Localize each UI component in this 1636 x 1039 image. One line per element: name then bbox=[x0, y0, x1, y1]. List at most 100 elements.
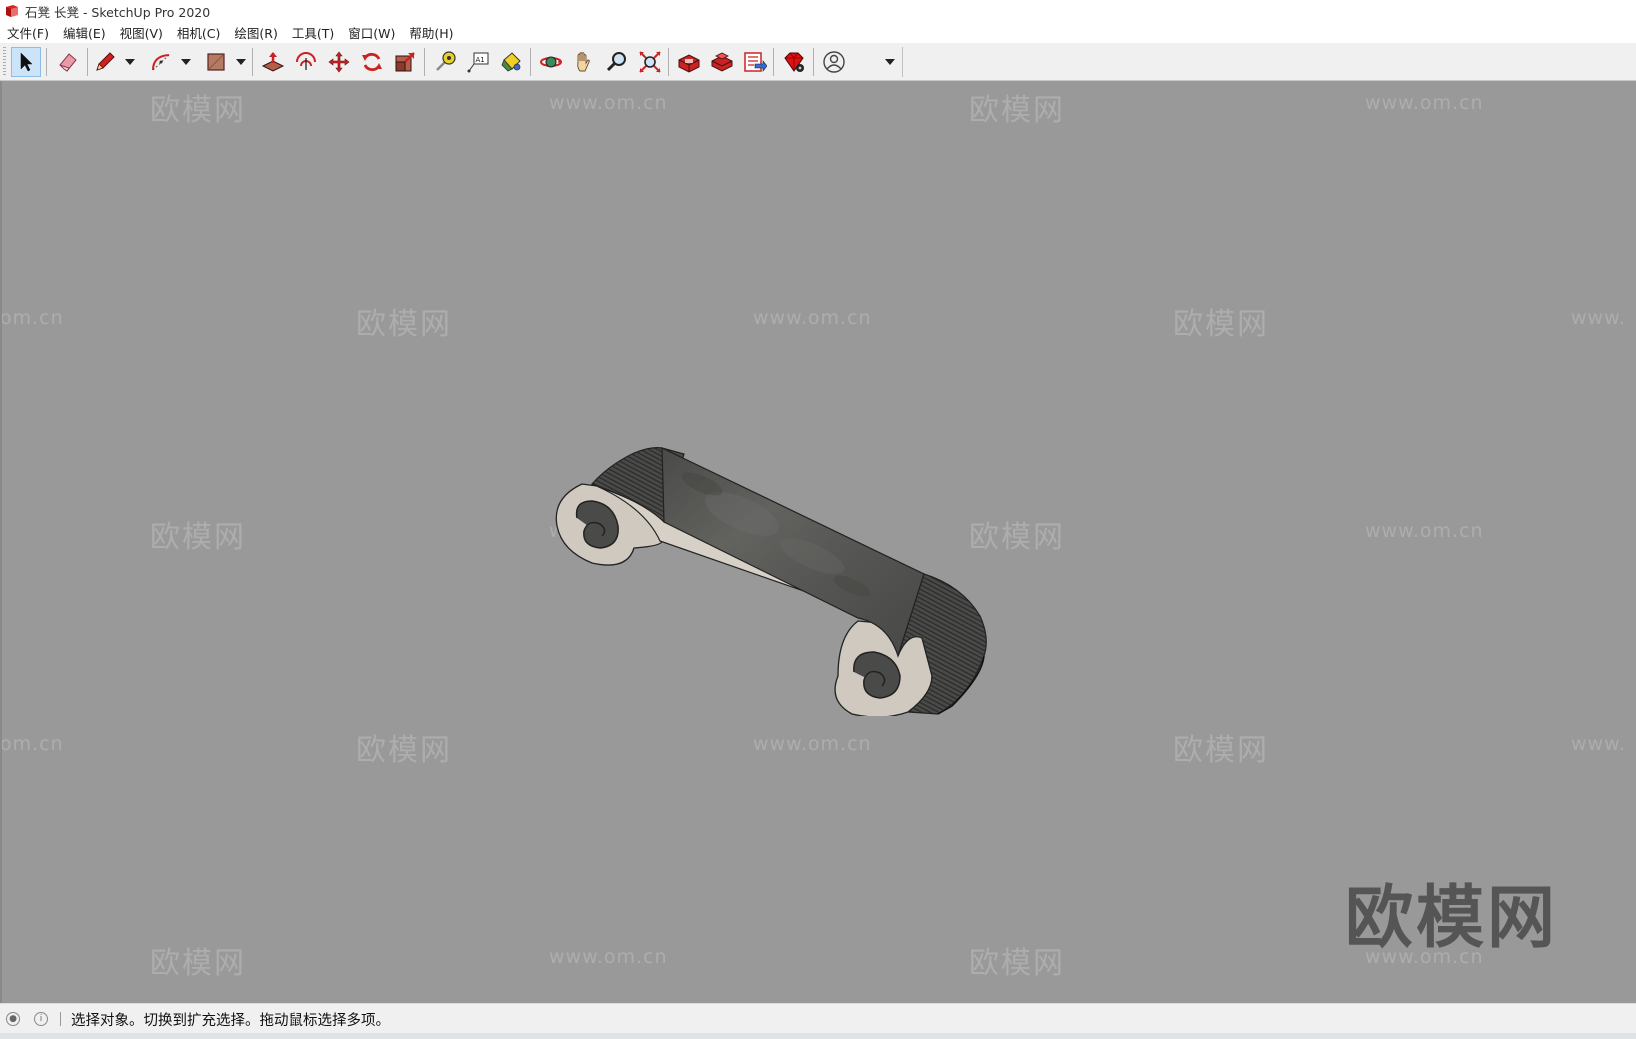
extension-warehouse-button[interactable] bbox=[707, 47, 737, 77]
text-tool-glyph: A1 bbox=[476, 56, 485, 64]
layout-icon bbox=[744, 52, 767, 72]
menu-edit[interactable]: 编辑(E) bbox=[56, 23, 113, 42]
account-dropdown[interactable] bbox=[884, 47, 896, 77]
status-message: 选择对象。切换到扩充选择。拖动鼠标选择多项。 bbox=[71, 1012, 390, 1029]
watermark-url: www. bbox=[1571, 733, 1626, 755]
orbit-tool[interactable] bbox=[536, 47, 566, 77]
bottom-strip bbox=[0, 1033, 1636, 1039]
paint-bucket-icon bbox=[501, 52, 521, 72]
rectangle-tool[interactable] bbox=[201, 47, 231, 77]
watermark-url: www.om.cn bbox=[549, 92, 668, 114]
watermark-url: www. bbox=[1571, 307, 1626, 329]
offset-tool[interactable] bbox=[291, 47, 321, 77]
extension-warehouse-icon bbox=[711, 52, 733, 72]
text-icon: A1 bbox=[467, 52, 489, 73]
toolbar-separator bbox=[773, 48, 774, 76]
geo-location-icon[interactable]: ● bbox=[6, 1012, 20, 1026]
account-button[interactable] bbox=[819, 47, 849, 77]
eraser-tool[interactable] bbox=[53, 47, 83, 77]
menu-help[interactable]: 帮助(H) bbox=[402, 23, 460, 42]
watermark-url: www.om.cn bbox=[1365, 92, 1484, 114]
push-pull-icon bbox=[261, 52, 285, 72]
chevron-down-icon bbox=[125, 59, 135, 65]
zoom-extents-tool[interactable] bbox=[635, 47, 665, 77]
ruby-gem-icon bbox=[784, 52, 804, 72]
move-tool[interactable] bbox=[324, 47, 354, 77]
zoom-tool[interactable] bbox=[602, 47, 632, 77]
warehouse-icon bbox=[678, 54, 700, 73]
rectangle-icon bbox=[207, 53, 225, 71]
extension-manager-button[interactable] bbox=[779, 47, 809, 77]
watermark-url: www.om.cn bbox=[753, 307, 872, 329]
arc-icon bbox=[152, 54, 170, 71]
pan-tool[interactable] bbox=[569, 47, 599, 77]
push-pull-tool[interactable] bbox=[258, 47, 288, 77]
chevron-down-icon bbox=[885, 59, 895, 65]
watermark-url: om.cn bbox=[0, 307, 64, 329]
window-title: 石凳 长凳 - SketchUp Pro 2020 bbox=[25, 4, 211, 20]
toolbar-grip[interactable] bbox=[3, 47, 6, 77]
arrow-cursor-icon bbox=[20, 52, 33, 72]
watermark-logo-text: 欧模网 bbox=[356, 307, 452, 342]
zoom-extents-icon bbox=[639, 51, 661, 73]
menu-draw[interactable]: 绘图(R) bbox=[227, 23, 284, 42]
text-tool[interactable]: A1 bbox=[463, 47, 493, 77]
paint-bucket-tool[interactable] bbox=[496, 47, 526, 77]
toolbar-separator bbox=[813, 48, 814, 76]
rectangle-tool-dropdown[interactable] bbox=[235, 47, 247, 77]
user-account-icon bbox=[823, 51, 845, 73]
toolbar-end bbox=[902, 47, 903, 77]
tape-measure-icon bbox=[436, 51, 456, 71]
scale-tool[interactable] bbox=[390, 47, 420, 77]
credits-info-icon[interactable]: i bbox=[34, 1012, 48, 1026]
watermark-url: om.cn bbox=[0, 733, 64, 755]
chevron-down-icon bbox=[236, 59, 246, 65]
menu-camera[interactable]: 相机(C) bbox=[170, 23, 227, 42]
line-tool[interactable] bbox=[90, 47, 120, 77]
pencil-icon bbox=[96, 52, 115, 71]
tape-measure-tool[interactable] bbox=[430, 47, 460, 77]
select-tool[interactable] bbox=[11, 47, 41, 77]
toolbar-separator bbox=[87, 48, 88, 76]
watermark-logo-text: 欧模网 bbox=[1173, 307, 1269, 342]
line-tool-dropdown[interactable] bbox=[124, 47, 136, 77]
rotate-icon bbox=[362, 52, 382, 72]
sketchup-logo-icon bbox=[6, 5, 18, 17]
status-bar: ● i 选择对象。切换到扩充选择。拖动鼠标选择多项。 bbox=[0, 1003, 1636, 1034]
watermark-url: www.om.cn bbox=[753, 733, 872, 755]
watermark-logo-text: 欧模网 bbox=[969, 946, 1065, 981]
status-separator bbox=[60, 1012, 61, 1026]
menu-view[interactable]: 视图(V) bbox=[113, 23, 170, 42]
toolbar-separator bbox=[530, 48, 531, 76]
watermark-logo-text: 欧模网 bbox=[1173, 733, 1269, 768]
watermark-logo-text: 欧模网 bbox=[969, 93, 1065, 128]
watermark-url: www.om.cn bbox=[1365, 520, 1484, 542]
menu-window[interactable]: 窗口(W) bbox=[341, 23, 402, 42]
scale-icon bbox=[395, 52, 415, 72]
send-to-layout-button[interactable] bbox=[740, 47, 770, 77]
orbit-icon bbox=[540, 56, 562, 68]
watermark-logo-text: 欧模网 bbox=[356, 733, 452, 768]
offset-icon bbox=[296, 52, 316, 70]
title-bar: 石凳 长凳 - SketchUp Pro 2020 bbox=[0, 0, 1636, 22]
watermark-logo-text: 欧模网 bbox=[150, 946, 246, 981]
drawing-viewport[interactable]: 欧模网 www.om.cn 欧模网 www.om.cn om.cn 欧模网 ww… bbox=[0, 81, 1636, 1003]
menu-file[interactable]: 文件(F) bbox=[0, 23, 56, 42]
arc-tool-dropdown[interactable] bbox=[180, 47, 192, 77]
menu-tools[interactable]: 工具(T) bbox=[285, 23, 341, 42]
watermark-logo-large: 欧模网 bbox=[1345, 879, 1559, 958]
watermark-logo-text: 欧模网 bbox=[150, 93, 246, 128]
hand-icon bbox=[577, 52, 590, 72]
magnifier-icon bbox=[606, 52, 626, 72]
3d-warehouse-button[interactable] bbox=[674, 47, 704, 77]
stone-bench-model[interactable] bbox=[552, 376, 1042, 716]
toolbar-separator bbox=[252, 48, 253, 76]
rotate-tool[interactable] bbox=[357, 47, 387, 77]
toolbar-separator bbox=[668, 48, 669, 76]
toolbar-separator bbox=[46, 48, 47, 76]
chevron-down-icon bbox=[181, 59, 191, 65]
watermark-logo-text: 欧模网 bbox=[150, 520, 246, 555]
arc-tool[interactable] bbox=[146, 47, 176, 77]
toolbar-separator bbox=[424, 48, 425, 76]
menu-bar: 文件(F) 编辑(E) 视图(V) 相机(C) 绘图(R) 工具(T) 窗口(W… bbox=[0, 22, 1636, 43]
